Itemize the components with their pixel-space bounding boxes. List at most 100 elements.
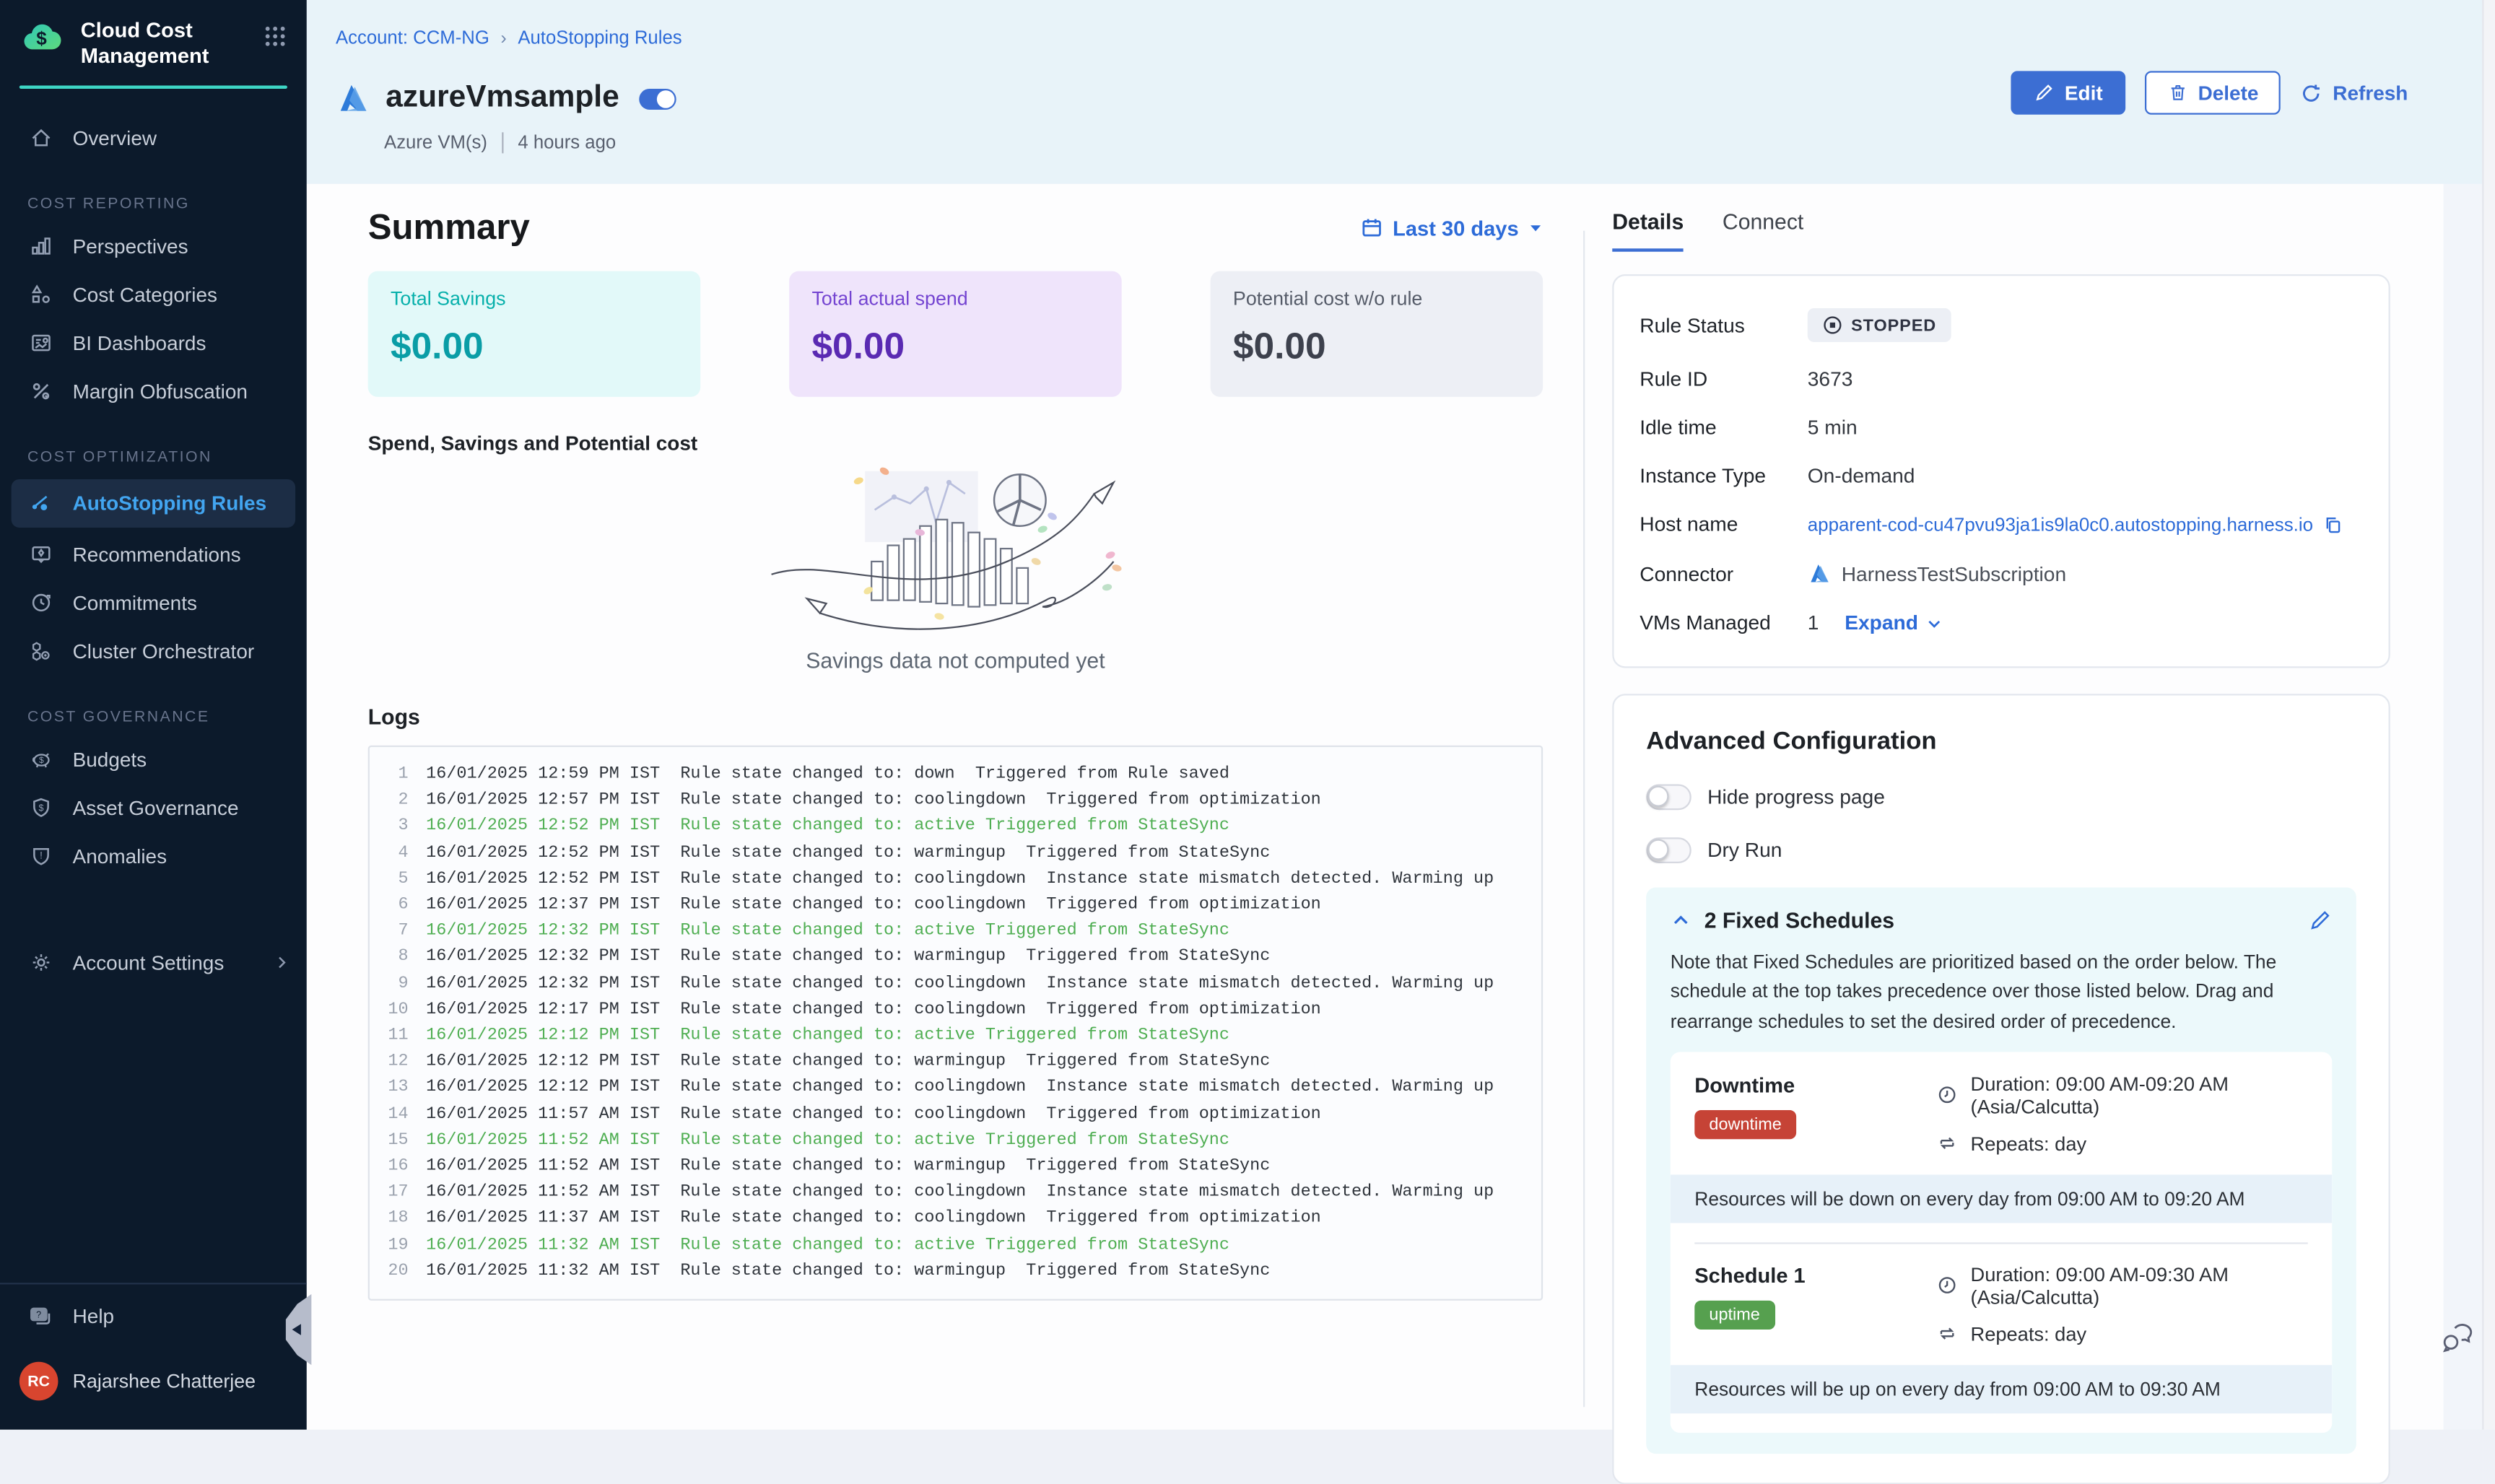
empty-chart-illustration [368, 461, 1543, 642]
card-value: $0.00 [391, 324, 678, 367]
fixed-schedules-panel: 2 Fixed Schedules Note that Fixed Schedu… [1646, 888, 2356, 1454]
sidebar-item-label: Asset Governance [73, 796, 239, 819]
cloud-type-label: Azure VM(s) [384, 133, 487, 152]
sidebar-item-autostopping-rules[interactable]: AutoStopping Rules [12, 479, 295, 527]
chart-section-title: Spend, Savings and Potential cost [368, 432, 1543, 455]
schedule-row[interactable]: Schedule 1 uptime Duration: 09:00 AM-09:… [1671, 1263, 2333, 1345]
sidebar-item-label: Recommendations [73, 543, 241, 565]
date-range-selector[interactable]: Last 30 days [1360, 215, 1543, 240]
log-line-text: 16/01/2025 12:57 PM IST Rule state chang… [426, 787, 1321, 813]
sidebar-item-cluster-orchestrator[interactable]: Cluster Orchestrator [0, 627, 307, 675]
sidebar-item-account-settings[interactable]: Account Settings [0, 938, 307, 987]
expand-vms-link[interactable]: Expand [1845, 611, 1942, 634]
logs-heading: Logs [368, 705, 1543, 730]
support-chat-icon[interactable] [2442, 1323, 2474, 1352]
empty-state-message: Savings data not computed yet [368, 649, 1543, 673]
sidebar-item-label: Perspectives [73, 235, 188, 257]
sidebar-item-cost-categories[interactable]: Cost Categories [0, 270, 307, 318]
log-line-text: 16/01/2025 12:17 PM IST Rule state chang… [426, 997, 1321, 1023]
page-header: Account: CCM-NG › AutoStopping Rules azu… [307, 0, 2482, 184]
user-menu[interactable]: RC Rajarshee Chatterjee [0, 1349, 307, 1413]
sidebar: $ Cloud Cost Management Overview COST RE… [0, 0, 307, 1430]
trash-icon [2167, 82, 2188, 103]
help-label: Help [73, 1306, 114, 1328]
edit-schedules-pencil-icon[interactable] [2308, 909, 2333, 933]
log-row: 5 16/01/2025 12:52 PM IST Rule state cha… [370, 866, 1541, 892]
edit-button[interactable]: Edit [2011, 71, 2125, 114]
breadcrumb-page-link[interactable]: AutoStopping Rules [518, 29, 682, 48]
rule-id-value: 3673 [1808, 368, 1853, 390]
advanced-configuration-heading: Advanced Configuration [1646, 728, 2356, 756]
module-switcher-grid-icon[interactable] [263, 25, 287, 49]
downtime-badge: downtime [1694, 1110, 1796, 1139]
copy-icon[interactable] [2322, 514, 2343, 535]
bar-chart-icon [27, 233, 53, 259]
sidebar-item-budgets[interactable]: $ Budgets [0, 735, 307, 783]
sidebar-section-cost-optimization: COST OPTIMIZATION [0, 448, 307, 466]
log-line-text: 16/01/2025 12:12 PM IST Rule state chang… [426, 1049, 1270, 1075]
tab-connect[interactable]: Connect [1723, 210, 1803, 252]
sidebar-item-anomalies[interactable]: ! Anomalies [0, 832, 307, 880]
log-line-number: 18 [370, 1206, 409, 1232]
schedule-summary-strip: Resources will be down on every day from… [1671, 1174, 2333, 1223]
refresh-icon [2301, 82, 2323, 104]
rule-title-row: azureVmsample [336, 81, 676, 116]
dry-run-toggle-row: Dry Run [1646, 837, 2356, 863]
sidebar-footer: ? Help RC Rajarshee Chatterjee [0, 1283, 307, 1429]
svg-text:?: ? [36, 1310, 41, 1320]
log-line-number: 10 [370, 997, 409, 1023]
sidebar-item-asset-governance[interactable]: $ Asset Governance [0, 783, 307, 832]
logs-panel[interactable]: 1 16/01/2025 12:59 PM IST Rule state cha… [368, 746, 1543, 1301]
shapes-icon [27, 281, 53, 307]
chevron-up-icon[interactable] [1671, 910, 1691, 931]
idle-time-value: 5 min [1808, 416, 1858, 439]
sidebar-item-commitments[interactable]: Commitments [0, 578, 307, 627]
log-line-text: 16/01/2025 12:52 PM IST Rule state chang… [426, 840, 1270, 866]
host-name-label: Host name [1640, 513, 1807, 536]
sidebar-item-bi-dashboards[interactable]: BI Dashboards [0, 319, 307, 367]
rule-name-title: azureVmsample [386, 81, 619, 116]
card-value: $0.00 [1233, 324, 1520, 367]
hexagon-cluster-icon [27, 638, 53, 664]
column-divider [1583, 231, 1585, 1407]
sidebar-section-cost-governance: COST GOVERNANCE [0, 707, 307, 725]
log-line-text: 16/01/2025 11:32 AM IST Rule state chang… [426, 1258, 1270, 1284]
host-name-link[interactable]: apparent-cod-cu47pvu93ja1is9la0c0.autost… [1808, 514, 2313, 535]
sidebar-item-margin-obfuscation[interactable]: Margin Obfuscation [0, 367, 307, 416]
delete-button[interactable]: Delete [2145, 71, 2281, 114]
schedule-summary-strip: Resources will be up on every day from 0… [1671, 1365, 2333, 1413]
autostopping-icon [27, 489, 53, 515]
dashboard-image-icon [27, 330, 53, 356]
log-line-number: 20 [370, 1258, 409, 1284]
refresh-button[interactable]: Refresh [2301, 71, 2408, 114]
log-line-text: 16/01/2025 12:12 PM IST Rule state chang… [426, 1075, 1494, 1101]
tab-details[interactable]: Details [1612, 210, 1684, 252]
sidebar-item-label: AutoStopping Rules [73, 492, 267, 514]
sidebar-item-recommendations[interactable]: Recommendations [0, 530, 307, 578]
breadcrumb: Account: CCM-NG › AutoStopping Rules [336, 29, 682, 48]
help-button[interactable]: ? Help [0, 1284, 307, 1348]
advanced-configuration-card: Advanced Configuration Hide progress pag… [1612, 694, 2390, 1484]
sidebar-item-overview[interactable]: Overview [0, 114, 307, 162]
log-line-number: 13 [370, 1075, 409, 1101]
caret-down-icon [1528, 220, 1543, 235]
gear-icon [27, 950, 53, 976]
hide-progress-toggle[interactable] [1646, 784, 1691, 810]
schedule-row[interactable]: Downtime downtime Duration: 09:00 AM-09:… [1671, 1073, 2333, 1155]
sidebar-item-label: Overview [73, 126, 157, 149]
svg-text:!: ! [39, 850, 42, 861]
sidebar-item-label: Cluster Orchestrator [73, 640, 255, 662]
sidebar-item-label: BI Dashboards [73, 331, 206, 354]
page-scrollbar[interactable] [2482, 0, 2495, 1430]
log-row: 17 16/01/2025 11:52 AM IST Rule state ch… [370, 1180, 1541, 1206]
log-row: 8 16/01/2025 12:32 PM IST Rule state cha… [370, 945, 1541, 971]
log-row: 18 16/01/2025 11:37 AM IST Rule state ch… [370, 1206, 1541, 1232]
sidebar-item-perspectives[interactable]: Perspectives [0, 222, 307, 270]
dry-run-toggle[interactable] [1646, 837, 1691, 863]
rule-enabled-toggle[interactable] [639, 88, 676, 109]
log-line-text: 16/01/2025 11:52 AM IST Rule state chang… [426, 1153, 1270, 1179]
log-line-number: 6 [370, 892, 409, 918]
log-row: 3 16/01/2025 12:52 PM IST Rule state cha… [370, 814, 1541, 840]
user-name: Rajarshee Chatterjee [73, 1370, 256, 1392]
breadcrumb-account-link[interactable]: Account: CCM-NG [336, 29, 489, 48]
